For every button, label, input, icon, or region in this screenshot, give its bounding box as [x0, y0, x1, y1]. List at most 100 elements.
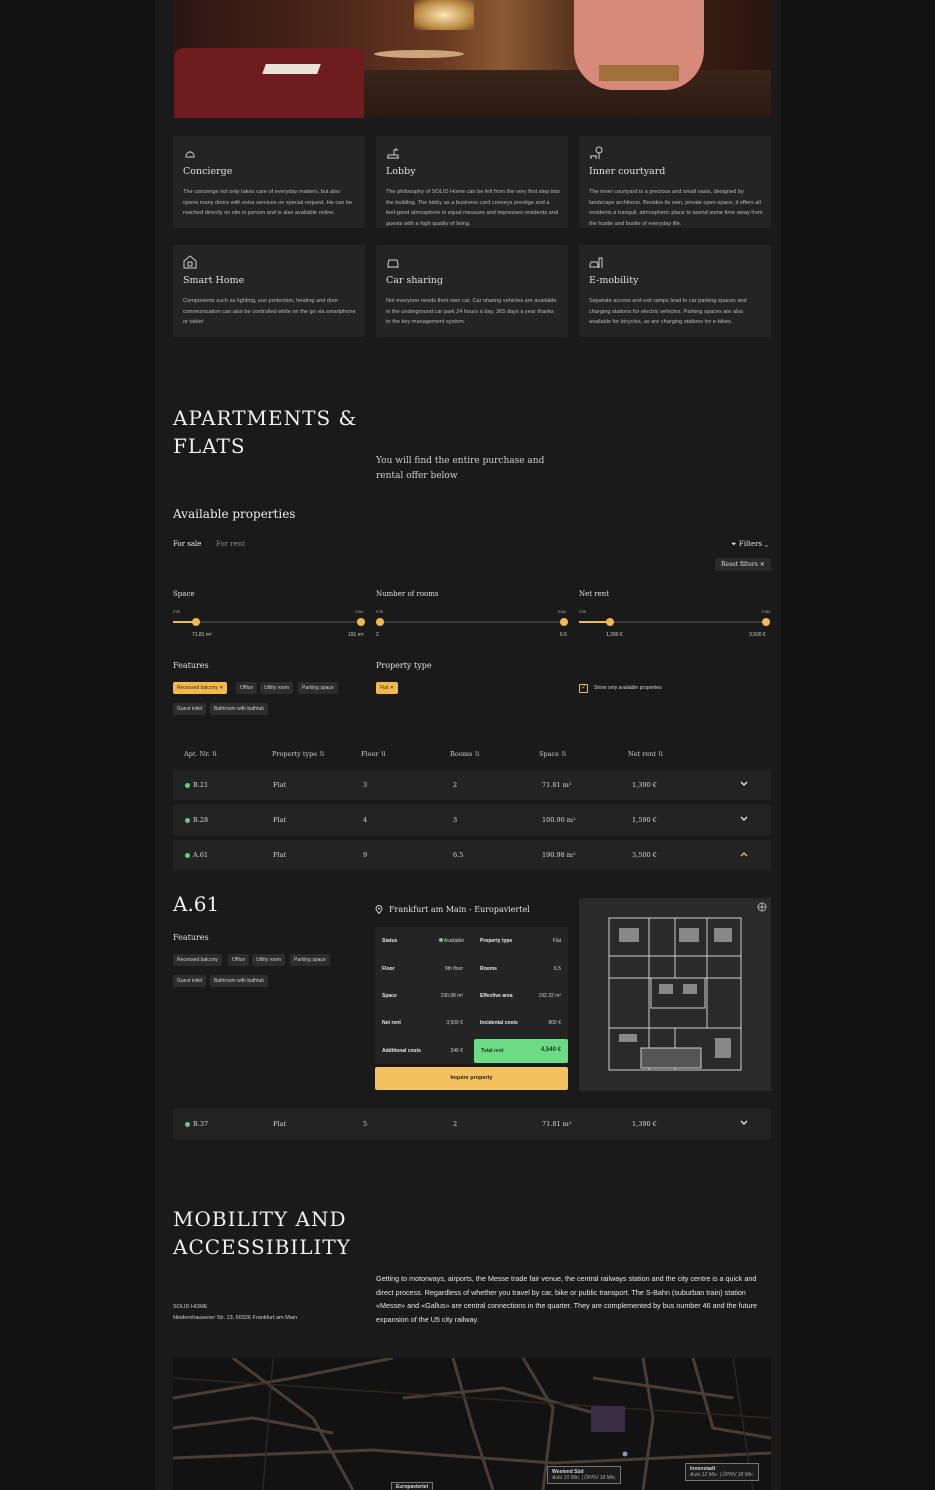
cell-rent: 3,500 € [632, 851, 657, 859]
space-slider-min-handle[interactable] [192, 618, 200, 626]
space-slider-high: 191 m² [348, 632, 364, 638]
feature-chip-label: Recessed balcony [177, 685, 218, 691]
space-slider-max-handle[interactable] [357, 618, 365, 626]
table-row[interactable]: B.21 Flat 3 2 71.81 m² 1,390 € [173, 770, 771, 800]
additional-costs-key: Additional costs [382, 1048, 421, 1054]
inquire-property-button[interactable]: Inquire property [375, 1067, 568, 1090]
amenity-desc: Components such as lighting, sun protect… [183, 298, 356, 325]
space-slider-low: 71.81 m² [192, 632, 212, 638]
incidental-costs-value: 800 € [548, 1020, 561, 1026]
rooms-key: Rooms [480, 966, 497, 972]
car-icon [387, 259, 399, 268]
feature-chip-parking-space[interactable]: Parking space [298, 682, 338, 694]
close-icon: ✕ [219, 685, 224, 691]
innenstadt-travel-time: Auto 12 Min. | ÖPNV 18 Min. [690, 1472, 755, 1478]
chevron-down-icon[interactable] [739, 1118, 749, 1128]
cell-type: Flat [273, 781, 287, 789]
feature-chip-office[interactable]: Office [236, 682, 257, 694]
cell-type: Flat [273, 851, 287, 859]
filters-button[interactable]: ⏷ Filters ⌄ [731, 540, 768, 549]
reset-filters-button[interactable]: Reset filters ✕ [715, 558, 771, 571]
header-net-rent[interactable]: Net rent ⇅ [628, 750, 664, 758]
company-address: Niedernhausener Str. 13, 60326 Frankfurt… [173, 1315, 298, 1321]
effective-area-key: Effective area [480, 993, 513, 999]
status-value: Available [434, 938, 464, 944]
rooms-slider-min-handle[interactable] [376, 618, 384, 626]
table-row-expanded[interactable]: A.61 Flat 9 6.5 190.98 m² 3,500 € [173, 840, 771, 870]
tab-for-sale[interactable]: For sale [173, 540, 201, 548]
header-space[interactable]: Space ⇅ [539, 750, 567, 758]
amenity-title: Smart Home [183, 275, 245, 286]
amenity-title: Lobby [386, 166, 416, 177]
filter-icon: ⏷ [731, 540, 737, 548]
amenity-title: Inner courtyard [589, 166, 666, 177]
header-label: Space [539, 750, 559, 758]
detail-feature-chip: Bathroom with bathtub [210, 975, 269, 987]
total-rent-key: Total rent [481, 1048, 504, 1054]
cell-floor: 3 [363, 781, 368, 789]
cell-space: 71.81 m² [542, 1120, 572, 1128]
map-roads [173, 1358, 771, 1490]
available-status-dot [185, 853, 190, 858]
smart-home-icon [183, 255, 197, 269]
amenity-desc: Not everyone needs their own car. Car sh… [386, 298, 557, 325]
rent-slider-low: 1,390 € [606, 632, 623, 638]
apartments-title-line2: FLATS [173, 434, 246, 458]
amenity-card-lobby: Lobby The philosophy of SOLID Home can b… [376, 136, 568, 228]
net-rent-value: 3,500 € [446, 1020, 463, 1026]
header-rooms[interactable]: Rooms ⇅ [450, 750, 480, 758]
sort-icon: ⇅ [658, 750, 664, 758]
feature-chip-recessed-balcony[interactable]: Recessed balcony ✕ [173, 682, 228, 694]
mobility-text: Getting to motorways, airports, the Mess… [376, 1274, 758, 1324]
rooms-slider-high: 6.5 [560, 632, 567, 638]
chevron-up-icon[interactable] [739, 849, 749, 859]
floor-plan [579, 898, 771, 1091]
property-type-chip-label: Flat [380, 685, 389, 691]
apartments-title-line1: APARTMENTS & [173, 406, 358, 430]
cell-apt: B.28 [193, 816, 209, 824]
effective-area-value: 192.32 m² [538, 993, 561, 999]
rooms-slider-max-handle[interactable] [560, 618, 568, 626]
mobility-title-line2: ACCESSIBILITY [173, 1235, 351, 1259]
cell-rooms: 6.5 [453, 851, 464, 859]
property-type-chip-flat[interactable]: Flat ✕ [376, 682, 398, 694]
only-available-checkbox[interactable]: ✓ [579, 684, 588, 693]
rent-slider-min-handle[interactable] [606, 618, 614, 626]
amenity-card-courtyard: Inner courtyard The inner courtyard is a… [579, 136, 771, 228]
cell-space: 71.81 m² [542, 781, 572, 789]
rooms-value: 6.5 [554, 966, 561, 972]
amenity-desc: The concierge not only takes care of eve… [183, 189, 353, 216]
tab-for-rent[interactable]: For rent [216, 540, 245, 548]
header-floor[interactable]: Floor ⇅ [361, 750, 386, 758]
space-slider-label: Space [173, 590, 195, 598]
chevron-down-icon[interactable] [739, 814, 749, 824]
feature-chip-bathroom-bathtub[interactable]: Bathroom with bathtub [210, 703, 269, 715]
header-property-type[interactable]: Property type ⇅ [272, 750, 325, 758]
feature-chip-utility-room[interactable]: Utility room [260, 682, 294, 694]
map[interactable]: Westend Süd Auto 10 Min. | ÖPNV 18 Min. … [173, 1358, 771, 1490]
ev-charging-icon [589, 257, 603, 268]
available-status-dot [185, 818, 190, 823]
compass-icon [757, 902, 767, 912]
header-label: Net rent [628, 750, 656, 758]
status-value-text: Available [443, 938, 464, 944]
space-max-label: max [355, 609, 364, 614]
chevron-down-icon[interactable] [739, 779, 749, 789]
detail-features-label: Features [173, 933, 209, 942]
bell-icon [185, 151, 195, 158]
amenity-title: Car sharing [386, 275, 443, 286]
space-slider-track[interactable] [173, 621, 361, 623]
close-icon: ✕ [389, 685, 394, 691]
sort-icon: ⇅ [319, 750, 325, 758]
table-row[interactable]: B.28 Flat 4 3 100.90 m² 1,590 € [173, 805, 771, 835]
rent-slider-max-handle[interactable] [762, 618, 770, 626]
rooms-slider-low: 2 [376, 632, 379, 638]
cell-rent: 1,390 € [632, 781, 657, 789]
table-row[interactable]: B.37 Flat 5 2 71.81 m² 1,390 € [173, 1109, 771, 1139]
rooms-slider-track[interactable] [376, 621, 564, 623]
cell-type: Flat [273, 1120, 287, 1128]
cell-apt: B.21 [193, 781, 209, 789]
feature-chip-guest-toilet[interactable]: Guest toilet [173, 703, 207, 715]
features-filter-label: Features [173, 661, 209, 670]
header-apt-nr[interactable]: Apt. Nr. ⇅ [184, 750, 217, 758]
